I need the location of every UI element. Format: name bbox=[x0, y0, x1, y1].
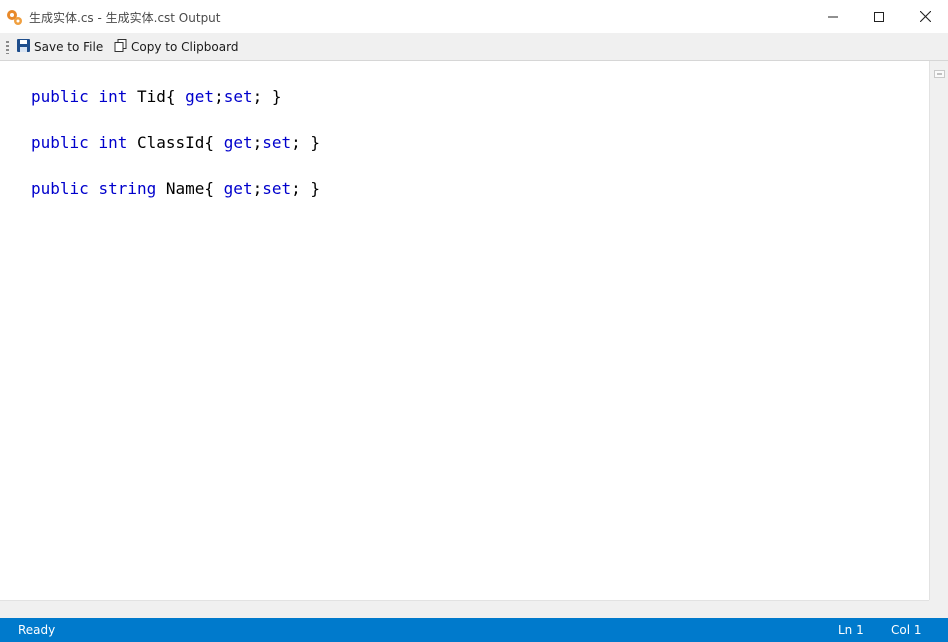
save-label: Save to File bbox=[34, 40, 104, 54]
keyword: public bbox=[31, 133, 89, 152]
identifier: ClassId{ bbox=[136, 133, 224, 152]
identifier: Tid{ bbox=[136, 87, 186, 106]
identifier: Name{ bbox=[165, 179, 224, 198]
toolbar-grip[interactable] bbox=[6, 41, 9, 54]
line-end: ; } bbox=[291, 133, 321, 152]
minimize-icon bbox=[828, 7, 838, 26]
gears-icon bbox=[5, 8, 23, 26]
keyword: public bbox=[31, 179, 89, 198]
scrollbar-corner bbox=[929, 600, 948, 618]
scroll-up-icon[interactable] bbox=[934, 63, 945, 82]
separator: ; bbox=[252, 179, 263, 198]
save-icon bbox=[17, 39, 34, 55]
status-text: Ready bbox=[18, 623, 56, 637]
keyword: set bbox=[262, 133, 292, 152]
status-bar: Ready Ln 1 Col 1 bbox=[0, 618, 948, 642]
column-indicator: Col 1 bbox=[891, 623, 922, 637]
keyword: int bbox=[98, 87, 128, 106]
keyword: set bbox=[262, 179, 292, 198]
keyword: set bbox=[223, 87, 253, 106]
keyword: string bbox=[98, 179, 157, 198]
close-button[interactable] bbox=[902, 0, 948, 33]
close-icon bbox=[919, 7, 931, 26]
line-end: ; } bbox=[291, 179, 321, 198]
copy-icon bbox=[114, 39, 131, 55]
line-indicator: Ln 1 bbox=[838, 623, 864, 637]
separator: ; bbox=[252, 133, 263, 152]
code-line: public int ClassId{ get;set; } bbox=[31, 133, 320, 152]
keyword: int bbox=[98, 133, 128, 152]
keyword: get bbox=[223, 133, 253, 152]
keyword: get bbox=[223, 179, 253, 198]
line-end: ; } bbox=[252, 87, 282, 106]
maximize-icon bbox=[874, 7, 884, 26]
code-line: public string Name{ get;set; } bbox=[31, 179, 320, 198]
save-to-file-button[interactable]: Save to File bbox=[17, 36, 103, 58]
vertical-scrollbar[interactable] bbox=[929, 61, 948, 600]
window-title: 生成实体.cs - 生成实体.cst Output bbox=[29, 11, 221, 25]
copy-to-clipboard-button[interactable]: Copy to Clipboard bbox=[114, 36, 238, 58]
toolbar: Save to File Copy to Clipboard bbox=[0, 33, 948, 61]
separator: ; bbox=[214, 87, 224, 106]
minimize-button[interactable] bbox=[810, 0, 856, 33]
code-editor[interactable]: public int Tid{ get;set; } public int Cl… bbox=[0, 61, 929, 600]
copy-label: Copy to Clipboard bbox=[131, 40, 239, 54]
title-bar: 生成实体.cs - 生成实体.cst Output bbox=[0, 0, 948, 33]
keyword: public bbox=[31, 87, 89, 106]
keyword: get bbox=[185, 87, 215, 106]
maximize-button[interactable] bbox=[856, 0, 902, 33]
code-line: public int Tid{ get;set; } bbox=[31, 87, 282, 106]
horizontal-scrollbar[interactable] bbox=[0, 600, 929, 619]
